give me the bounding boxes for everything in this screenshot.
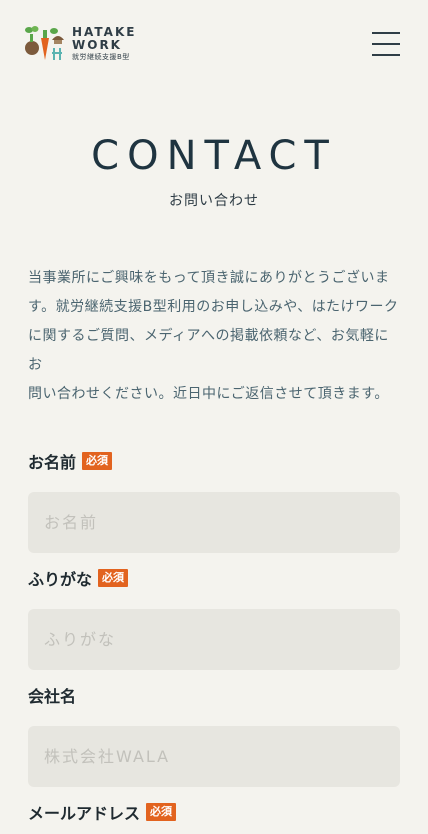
company-field-group: 会社名 [28,684,400,787]
name-input[interactable] [28,492,400,553]
menu-button[interactable] [372,32,400,56]
furigana-label: ふりがな [28,570,93,589]
required-badge: 必須 [146,803,177,821]
intro-line: す。就労継続支援B型利用のお申し込みや、はたけワーク [28,299,399,315]
hatake-work-logo[interactable]: HATAKE WORK 就労継続支援B型 [24,24,136,62]
intro-text: 当事業所にご興味をもって頂き誠にありがとうございま す。就労継続支援B型利用のお… [28,264,400,409]
vegetables-logo-icon [25,26,64,60]
page-subtitle: お問い合わせ [169,193,259,209]
company-label: 会社名 [28,687,77,706]
intro-line: に関するご質問、メディアへの掲載依頼など、お気軽にお [28,328,389,373]
hamburger-icon-line [372,54,400,56]
required-badge: 必須 [82,452,113,470]
furigana-input[interactable] [28,609,400,670]
hamburger-icon-line [372,43,400,45]
name-label: お名前 [28,453,77,472]
logo-name-line1: HATAKE [72,24,137,39]
email-label: メールアドレス [28,804,141,823]
hamburger-icon [372,32,400,34]
intro-line: 当事業所にご興味をもって頂き誠にありがとうございま [28,270,390,286]
name-field-group: お名前 必須 [28,450,400,553]
page-hero: CONTACT お問い合わせ [0,130,428,210]
company-input[interactable] [28,726,400,787]
page-title: CONTACT [91,133,337,179]
site-header: HATAKE WORK 就労継続支援B型 [0,0,428,90]
required-badge: 必須 [98,569,129,587]
logo-name-line2: WORK [72,37,122,52]
furigana-field-group: ふりがな 必須 [28,567,400,670]
email-field-group: メールアドレス 必須 [28,801,400,823]
intro-line: 問い合わせください。近日中にご返信させて頂きます。 [28,386,389,402]
logo-subtitle: 就労継続支援B型 [72,52,130,61]
